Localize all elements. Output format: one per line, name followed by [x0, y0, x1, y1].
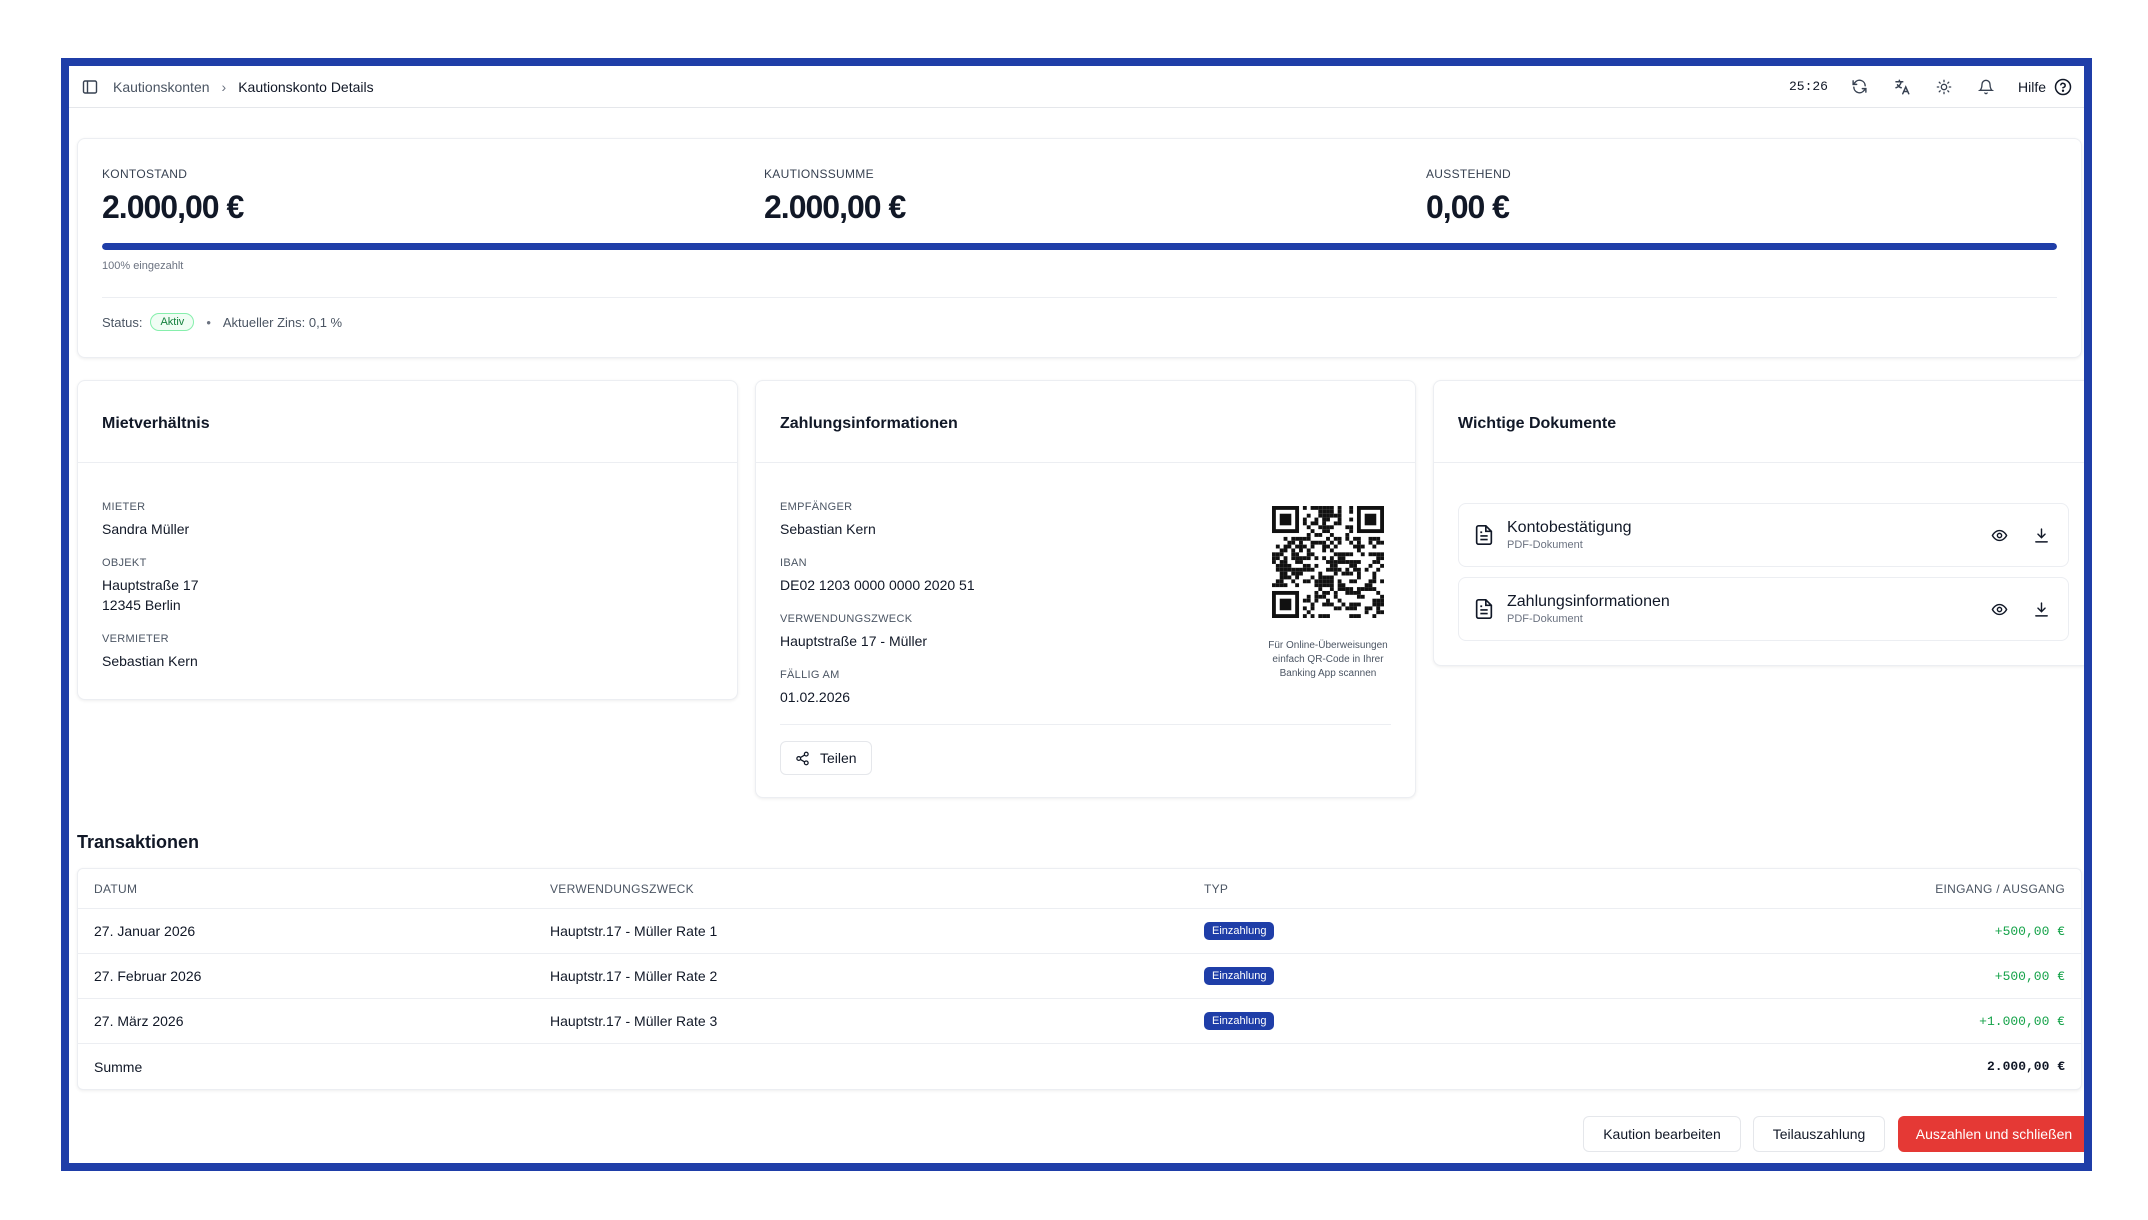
sum-label: Summe: [94, 1058, 143, 1075]
type-badge: Einzahlung: [1204, 967, 1275, 985]
divider: [102, 297, 2057, 298]
partial-payout-button[interactable]: Teilauszahlung: [1753, 1116, 1885, 1152]
divider: [780, 724, 1391, 725]
table-header: DATUM VERWENDUNGSZWECK TYP EINGANG / AUS…: [78, 869, 2081, 909]
download-icon[interactable]: [2028, 596, 2054, 622]
balance-stat: KONTOSTAND 2.000,00 €: [102, 167, 244, 226]
payout-close-button[interactable]: Auszahlen und schließen: [1898, 1116, 2084, 1152]
documents-title: Wichtige Dokumente: [1434, 381, 2084, 463]
progress-fill: [102, 243, 2057, 250]
documents-card: Wichtige Dokumente Kontobestätigung PDF-…: [1433, 380, 2084, 666]
header-purpose: VERWENDUNGSZWECK: [550, 881, 694, 896]
row-purpose: Hauptstr.17 - Müller Rate 1: [550, 923, 718, 939]
status-label: Status:: [102, 314, 143, 330]
help-button[interactable]: Hilfe: [2018, 78, 2072, 96]
document-type: PDF-Dokument: [1507, 613, 1583, 625]
type-badge: Einzahlung: [1204, 1012, 1275, 1030]
document-item[interactable]: Zahlungsinformationen PDF-Dokument: [1458, 577, 2069, 641]
table-row: 27. Januar 2026 Hauptstr.17 - Müller Rat…: [78, 909, 2081, 954]
object-field: OBJEKT Hauptstraße 17 12345 Berlin: [102, 557, 713, 615]
bell-icon[interactable]: [1976, 77, 1996, 97]
row-purpose: Hauptstr.17 - Müller Rate 3: [550, 1013, 718, 1029]
table-row: 27. März 2026 Hauptstr.17 - Müller Rate …: [78, 999, 2081, 1044]
file-text-icon: [1475, 599, 1493, 619]
sidebar-toggle-icon[interactable]: [81, 78, 99, 96]
tenant-value: Sandra Müller: [102, 521, 190, 537]
qr-caption: Für Online-Überweisungen einfach QR-Code…: [1268, 640, 1388, 679]
sum-row: Summe 2.000,00 €: [78, 1044, 2081, 1089]
due-value: 01.02.2026: [780, 689, 851, 705]
payment-card: Zahlungsinformationen EMPFÄNGER Sebastia…: [755, 380, 1416, 798]
sum-value: 2.000,00 €: [1986, 1059, 2065, 1074]
summary-card: KONTOSTAND 2.000,00 € KAUTIONSSUMME 2.00…: [77, 138, 2082, 358]
document-type: PDF-Dokument: [1507, 539, 1583, 551]
separator-dot: •: [206, 314, 211, 330]
eye-icon[interactable]: [1986, 522, 2012, 548]
refresh-icon[interactable]: [1850, 77, 1870, 97]
balance-value: 2.000,00 €: [102, 189, 244, 225]
deposit-label: KAUTIONSSUMME: [764, 167, 874, 181]
breadcrumb-kautionskonten[interactable]: Kautionskonten: [113, 79, 210, 95]
outstanding-value: 0,00 €: [1426, 189, 1510, 225]
object-line2: 12345 Berlin: [102, 597, 181, 613]
object-label: OBJEKT: [102, 557, 147, 569]
tenant-label: MIETER: [102, 501, 146, 513]
header-amount: EINGANG / AUSGANG: [1935, 881, 2065, 896]
file-text-icon: [1475, 525, 1493, 545]
edit-deposit-button[interactable]: Kaution bearbeiten: [1583, 1116, 1741, 1152]
breadcrumb-current: Kautionskonto Details: [238, 78, 374, 95]
share-button[interactable]: Teilen: [780, 741, 872, 775]
landlord-value: Sebastian Kern: [102, 653, 198, 669]
payment-progress-bar: [102, 243, 2057, 250]
row-amount: +500,00 €: [1994, 968, 2065, 984]
app-window: Kautionskonten › Kautionskonto Details 2…: [61, 58, 2092, 1171]
interest-text: Aktueller Zins: 0,1 %: [222, 314, 343, 330]
header-date: DATUM: [94, 881, 138, 896]
document-name: Zahlungsinformationen: [1507, 593, 1670, 610]
transactions-table: DATUM VERWENDUNGSZWECK TYP EINGANG / AUS…: [77, 868, 2082, 1090]
header-type: TYP: [1204, 881, 1229, 896]
tenancy-card: Mietverhältnis MIETER Sandra Müller OBJE…: [77, 380, 738, 700]
row-date: 27. März 2026: [94, 1013, 184, 1029]
row-amount: +500,00 €: [1994, 923, 2065, 939]
deposit-stat: KAUTIONSSUMME 2.000,00 €: [764, 167, 906, 226]
document-item[interactable]: Kontobestätigung PDF-Dokument: [1458, 503, 2069, 567]
type-badge: Einzahlung: [1204, 922, 1275, 940]
tenancy-title: Mietverhältnis: [78, 381, 737, 463]
landlord-field: VERMIETER Sebastian Kern: [102, 633, 713, 671]
help-circle-icon: [2054, 78, 2072, 95]
deposit-value: 2.000,00 €: [764, 189, 906, 225]
row-date: 27. Februar 2026: [94, 968, 202, 984]
qr-code: [1272, 506, 1384, 618]
chevron-right-icon: ›: [221, 78, 227, 95]
document-name: Kontobestätigung: [1507, 519, 1632, 536]
share-label: Teilen: [820, 750, 857, 766]
translate-icon[interactable]: [1892, 77, 1912, 97]
sun-icon[interactable]: [1934, 77, 1954, 97]
topbar-actions: 25:26 Hilfe: [1789, 77, 2072, 97]
outstanding-label: AUSSTEHEND: [1426, 167, 1512, 181]
progress-text: 100% eingezahlt: [102, 260, 184, 272]
payment-title: Zahlungsinformationen: [756, 381, 1415, 463]
top-bar: Kautionskonten › Kautionskonto Details 2…: [69, 66, 2084, 108]
session-timer: 25:26: [1788, 79, 1828, 94]
row-amount: +1.000,00 €: [1979, 1013, 2065, 1029]
row-date: 27. Januar 2026: [94, 923, 196, 939]
balance-label: KONTOSTAND: [102, 167, 188, 181]
transactions-title: Transaktionen: [77, 832, 200, 852]
share-icon: [796, 751, 809, 765]
landlord-label: VERMIETER: [102, 633, 169, 645]
tenant-field: MIETER Sandra Müller: [102, 501, 713, 539]
row-purpose: Hauptstr.17 - Müller Rate 2: [550, 968, 718, 984]
object-line1: Hauptstraße 17: [102, 577, 199, 593]
help-label: Hilfe: [2017, 78, 2046, 95]
table-row: 27. Februar 2026 Hauptstr.17 - Müller Ra…: [78, 954, 2081, 999]
download-icon[interactable]: [2028, 522, 2054, 548]
outstanding-stat: AUSSTEHEND 0,00 €: [1426, 167, 1511, 226]
status-row: Status: Aktiv • Aktueller Zins: 0,1 %: [102, 313, 342, 331]
eye-icon[interactable]: [1986, 596, 2012, 622]
status-badge: Aktiv: [150, 313, 195, 331]
